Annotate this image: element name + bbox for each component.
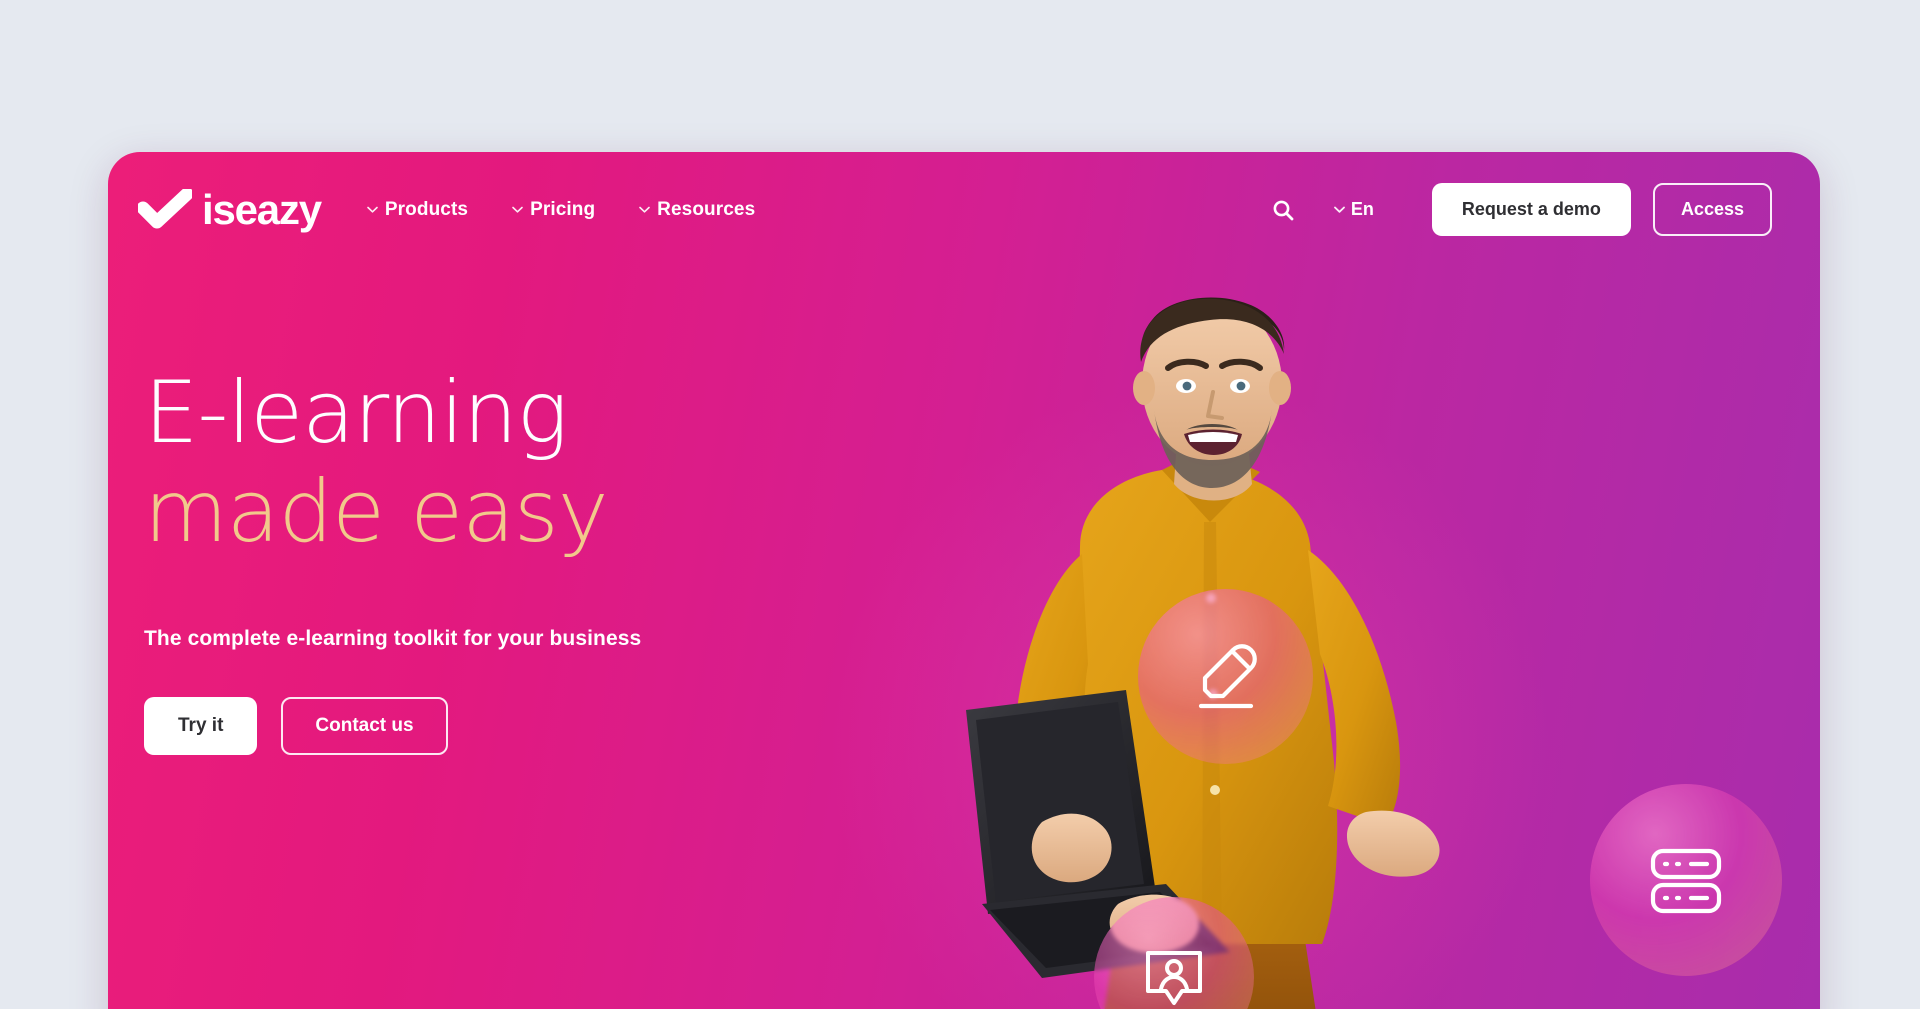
user-bubble-icon — [1146, 951, 1202, 1005]
contact-us-button[interactable]: Contact us — [281, 696, 448, 755]
feature-bubble-lms[interactable] — [1590, 784, 1782, 976]
menu-item-pricing[interactable]: Pricing — [512, 199, 595, 221]
request-demo-button[interactable]: Request a demo — [1431, 183, 1631, 236]
search-button[interactable] — [1266, 193, 1300, 227]
page-root: iseazy Products Pricing Resources En Req… — [0, 0, 1920, 1009]
chevron-down-icon — [512, 206, 523, 213]
navigation-bar: iseazy Products Pricing Resources En Req… — [108, 152, 1820, 267]
brand-logo[interactable]: iseazy — [138, 185, 322, 233]
list-rows-icon — [1650, 848, 1722, 914]
try-it-button[interactable]: Try it — [144, 696, 258, 755]
feature-bubble-authoring[interactable] — [1138, 589, 1313, 764]
hero-card: iseazy Products Pricing Resources En Req… — [108, 152, 1820, 1009]
hero-subtitle: The complete e-learning toolkit for your… — [144, 626, 642, 650]
menu-item-label: Resources — [657, 198, 756, 220]
language-label: En — [1350, 199, 1374, 219]
brand-name: iseazy — [202, 185, 322, 233]
menu-item-label: Products — [384, 198, 469, 220]
menu-item-label: Pricing — [530, 198, 596, 220]
chevron-down-icon — [639, 206, 650, 213]
headline-line-1: E-learning — [144, 363, 568, 463]
hero-headline: E-learning made easy — [144, 367, 904, 559]
language-selector[interactable]: En — [1333, 199, 1374, 220]
hero-copy: E-learning made easy The complete e-lear… — [144, 367, 904, 755]
access-button[interactable]: Access — [1652, 183, 1772, 236]
chevron-down-icon — [1333, 206, 1345, 213]
check-icon — [138, 188, 192, 228]
headline-line-2: made easy — [144, 461, 609, 562]
main-menu: Products Pricing Resources — [367, 199, 755, 221]
pencil-icon — [1198, 643, 1257, 708]
search-icon — [1273, 200, 1294, 220]
hero-cta-group: Try it Contact us — [144, 696, 904, 755]
navigation-actions: En Request a demo Access — [1266, 183, 1772, 236]
menu-item-resources[interactable]: Resources — [639, 199, 755, 221]
chevron-down-icon — [367, 206, 378, 213]
menu-item-products[interactable]: Products — [367, 199, 468, 221]
